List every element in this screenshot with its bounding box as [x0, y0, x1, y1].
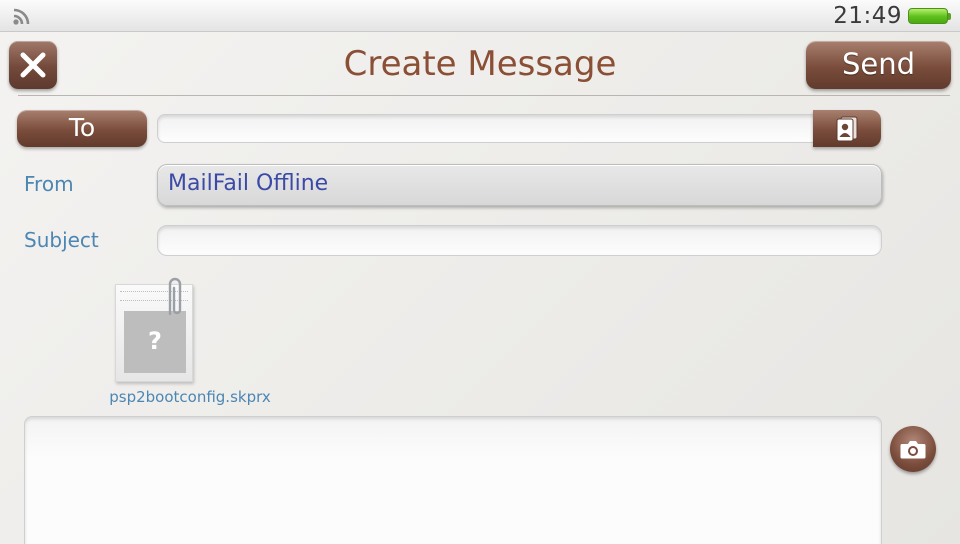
subject-field[interactable] — [157, 225, 882, 256]
from-select[interactable]: MailFail Offline — [157, 164, 882, 206]
from-label: From — [24, 172, 74, 196]
attachment[interactable]: ? psp2bootconfig.skprx — [100, 276, 280, 408]
contacts-button[interactable] — [813, 110, 881, 147]
camera-button[interactable] — [890, 426, 936, 472]
wifi-icon — [13, 8, 30, 25]
paperclip-icon — [168, 277, 182, 316]
header-divider — [18, 95, 950, 96]
to-field[interactable] — [157, 114, 817, 143]
battery-icon — [908, 8, 951, 24]
to-button[interactable]: To — [17, 110, 147, 147]
subject-label: Subject — [24, 228, 99, 252]
attachment-file-name: psp2bootconfig.skprx — [109, 388, 271, 406]
camera-icon — [900, 441, 926, 459]
status-bar: 21:49 — [0, 0, 960, 32]
message-body-field[interactable] — [24, 416, 882, 544]
clock: 21:49 — [833, 3, 902, 29]
send-button[interactable]: Send — [806, 41, 951, 89]
contacts-icon — [836, 116, 858, 141]
